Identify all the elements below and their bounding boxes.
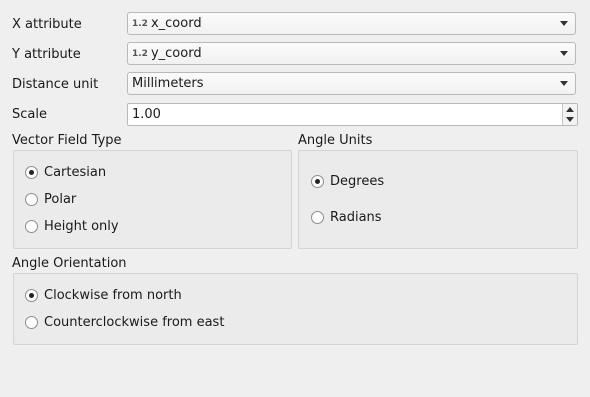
radio-unchecked-icon[interactable] — [25, 220, 38, 233]
radio-checked-icon[interactable] — [25, 166, 38, 179]
y-attribute-combo[interactable]: 1.2 y_coord — [127, 42, 576, 65]
spin-down-icon[interactable] — [566, 117, 574, 122]
distance-unit-value: Millimeters — [132, 76, 204, 91]
scale-input[interactable]: 1.00 — [132, 106, 161, 123]
radio-label: Height only — [44, 219, 119, 234]
radio-degrees[interactable]: Degrees — [311, 173, 384, 190]
radio-label: Degrees — [330, 174, 385, 189]
radio-checked-icon[interactable] — [311, 175, 324, 188]
chevron-down-icon — [560, 51, 568, 56]
scale-label: Scale — [12, 107, 47, 122]
distance-unit-label: Distance unit — [12, 77, 99, 92]
scale-spinbox[interactable]: 1.00 — [127, 103, 578, 126]
radio-label: Cartesian — [44, 165, 107, 180]
radio-unchecked-icon[interactable] — [25, 316, 38, 329]
chevron-down-icon — [560, 21, 568, 26]
angle-orientation-title: Angle Orientation — [12, 256, 127, 271]
x-attribute-value: x_coord — [150, 16, 202, 31]
x-attribute-combo[interactable]: 1.2 x_coord — [127, 12, 576, 35]
radio-label: Radians — [330, 210, 382, 225]
radio-label: Clockwise from north — [44, 288, 182, 303]
numeric-type-icon: 1.2 — [132, 48, 148, 59]
angle-units-title: Angle Units — [298, 133, 373, 148]
radio-checked-icon[interactable] — [25, 289, 38, 302]
radio-clockwise-from-north[interactable]: Clockwise from north — [25, 287, 182, 304]
angle-units-group: Degrees Radians — [298, 150, 578, 249]
angle-orientation-group: Clockwise from north Counterclockwise fr… — [13, 273, 578, 345]
vector-field-type-group: Cartesian Polar Height only — [13, 150, 292, 249]
vector-field-type-title: Vector Field Type — [12, 133, 122, 148]
radio-label: Polar — [44, 192, 77, 207]
radio-label: Counterclockwise from east — [44, 315, 225, 330]
chevron-down-icon — [560, 81, 568, 86]
radio-polar[interactable]: Polar — [25, 191, 76, 208]
spin-up-icon[interactable] — [566, 107, 574, 112]
x-attribute-label: X attribute — [12, 17, 82, 32]
radio-unchecked-icon[interactable] — [311, 211, 324, 224]
numeric-type-icon: 1.2 — [132, 18, 148, 29]
spin-buttons — [562, 104, 577, 125]
radio-radians[interactable]: Radians — [311, 209, 382, 226]
distance-unit-combo[interactable]: Millimeters — [127, 72, 576, 95]
y-attribute-label: Y attribute — [12, 47, 81, 62]
y-attribute-value: y_coord — [150, 46, 202, 61]
radio-height-only[interactable]: Height only — [25, 218, 119, 235]
radio-counterclockwise-from-east[interactable]: Counterclockwise from east — [25, 314, 224, 331]
radio-cartesian[interactable]: Cartesian — [25, 164, 106, 181]
radio-unchecked-icon[interactable] — [25, 193, 38, 206]
